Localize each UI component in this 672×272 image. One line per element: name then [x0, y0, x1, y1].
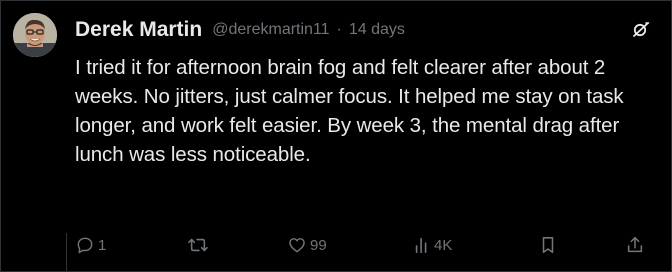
avatar[interactable] [13, 13, 57, 57]
post-card[interactable]: Derek Martin @derekmartin11 · 14 days I … [0, 0, 672, 272]
thread-divider [66, 233, 67, 271]
author-name[interactable]: Derek Martin [75, 18, 202, 42]
like-button[interactable]: 99 [287, 233, 327, 257]
view-count: 4K [434, 236, 453, 254]
views-button[interactable]: 4K [413, 233, 452, 257]
share-button[interactable] [625, 233, 645, 257]
header-separator: · [336, 21, 342, 38]
repost-button[interactable] [187, 233, 212, 257]
reply-icon [75, 235, 95, 255]
action-bar: 1 99 4K [75, 233, 653, 257]
reply-button[interactable]: 1 [75, 233, 106, 257]
heart-icon [287, 235, 307, 255]
post-timestamp[interactable]: 14 days [349, 21, 405, 39]
bookmark-icon [539, 235, 557, 255]
grok-icon[interactable] [631, 20, 651, 40]
repost-icon [187, 235, 209, 255]
post-text: I tried it for afternoon brain fog and f… [75, 56, 624, 166]
post-header: Derek Martin @derekmartin11 · 14 days [75, 17, 651, 43]
bookmark-button[interactable] [539, 233, 557, 257]
author-handle[interactable]: @derekmartin11 [212, 21, 329, 39]
avatar-image [13, 13, 57, 57]
share-icon [625, 235, 645, 255]
reply-count: 1 [98, 236, 107, 254]
like-count: 99 [310, 236, 327, 254]
views-icon [413, 235, 431, 255]
